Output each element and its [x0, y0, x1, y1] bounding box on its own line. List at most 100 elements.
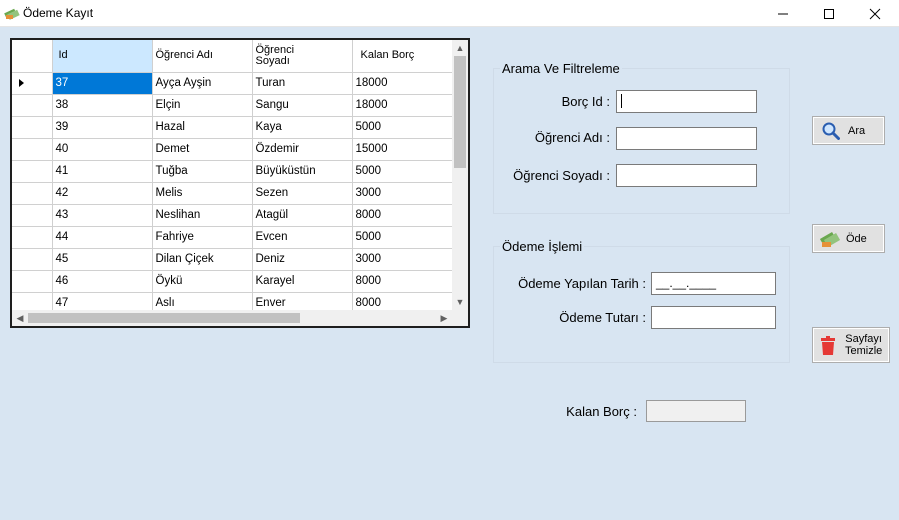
table-row[interactable]: 44 Fahriye Evcen 5000: [12, 226, 453, 249]
ogrenci-soyadi-input[interactable]: [616, 164, 757, 187]
table-row[interactable]: 46 Öykü Karayel 8000: [12, 270, 453, 293]
ara-button[interactable]: Ara: [812, 116, 885, 145]
grid-header-row: Id Öğrenci Adı Öğrenci Soyadı Kalan Borç: [12, 40, 453, 73]
cell-ogrenci-soyadi[interactable]: Sezen: [252, 182, 353, 205]
title-bar: Ödeme Kayıt: [0, 0, 899, 27]
scrollbar-corner: [452, 310, 468, 326]
cell-kalan-borc[interactable]: 18000: [352, 72, 453, 95]
row-header[interactable]: [12, 248, 53, 271]
table-row[interactable]: 43 Neslihan Atagül 8000: [12, 204, 453, 227]
temizle-label-line1: Sayfayı: [845, 333, 882, 345]
cell-id[interactable]: 40: [52, 138, 153, 161]
column-header-ogrenci-soyadi-label: Öğrenci Soyadı: [255, 43, 295, 67]
cell-ogrenci-adi[interactable]: Melis: [152, 182, 253, 205]
scroll-up-icon[interactable]: ▲: [452, 40, 468, 56]
cell-id[interactable]: 38: [52, 94, 153, 117]
row-header[interactable]: [12, 72, 53, 95]
cell-kalan-borc[interactable]: 5000: [352, 116, 453, 139]
row-header[interactable]: [12, 94, 53, 117]
row-header[interactable]: [12, 204, 53, 227]
cell-id[interactable]: 46: [52, 270, 153, 293]
cell-ogrenci-adi[interactable]: Hazal: [152, 116, 253, 139]
maximize-button[interactable]: [806, 0, 852, 27]
temizle-label-line2: Temizle: [845, 345, 883, 357]
cell-ogrenci-soyadi[interactable]: Kaya: [252, 116, 353, 139]
vertical-scrollbar[interactable]: ▲ ▼: [452, 40, 468, 310]
table-row[interactable]: 41 Tuğba Büyüküstün 5000: [12, 160, 453, 183]
row-header[interactable]: [12, 138, 53, 161]
cell-id[interactable]: 41: [52, 160, 153, 183]
row-header[interactable]: [12, 226, 53, 249]
cell-kalan-borc[interactable]: 8000: [352, 204, 453, 227]
sayfayi-temizle-button[interactable]: Sayfayı Temizle: [812, 327, 890, 363]
window-title: Ödeme Kayıt: [23, 6, 94, 20]
cell-kalan-borc[interactable]: 18000: [352, 94, 453, 117]
cell-ogrenci-soyadi[interactable]: Atagül: [252, 204, 353, 227]
odeme-tarih-masked-input[interactable]: __.__.____: [651, 272, 776, 295]
odeme-tutar-input[interactable]: [651, 306, 776, 329]
cell-ogrenci-soyadi[interactable]: Evcen: [252, 226, 353, 249]
cell-ogrenci-soyadi[interactable]: Özdemir: [252, 138, 353, 161]
table-row[interactable]: 40 Demet Özdemir 15000: [12, 138, 453, 161]
ara-button-label: Ara: [848, 125, 866, 137]
cell-kalan-borc[interactable]: 15000: [352, 138, 453, 161]
cell-ogrenci-adi[interactable]: Elçin: [152, 94, 253, 117]
payment-group: [493, 246, 790, 363]
ogrenci-adi-label: Öğrenci Adı :: [534, 130, 610, 145]
scroll-left-icon[interactable]: ◀: [12, 310, 28, 326]
ogrenci-adi-input[interactable]: [616, 127, 757, 150]
row-header[interactable]: [12, 116, 53, 139]
cell-ogrenci-soyadi[interactable]: Karayel: [252, 270, 353, 293]
cell-id[interactable]: 45: [52, 248, 153, 271]
cell-id[interactable]: 42: [52, 182, 153, 205]
cell-ogrenci-adi[interactable]: Fahriye: [152, 226, 253, 249]
column-header-kalan-borc-label: Kalan Borç: [360, 49, 415, 62]
table-row[interactable]: 37 Ayça Ayşin Turan 18000: [12, 72, 453, 95]
odeme-tarih-label: Ödeme Yapılan Tarih :: [518, 276, 646, 291]
column-header-id[interactable]: Id: [52, 40, 153, 73]
row-header[interactable]: [12, 182, 53, 205]
cell-ogrenci-soyadi[interactable]: Deniz: [252, 248, 353, 271]
cell-ogrenci-soyadi[interactable]: Turan: [252, 72, 353, 95]
scroll-down-icon[interactable]: ▼: [452, 294, 468, 310]
row-header-corner[interactable]: [12, 40, 53, 73]
ode-button[interactable]: Öde: [812, 224, 885, 253]
column-header-kalan-borc[interactable]: Kalan Borç: [352, 40, 453, 73]
close-button[interactable]: [852, 0, 898, 27]
horizontal-scroll-thumb[interactable]: [28, 313, 300, 323]
table-row[interactable]: 45 Dilan Çiçek Deniz 3000: [12, 248, 453, 271]
row-header[interactable]: [12, 160, 53, 183]
cell-kalan-borc[interactable]: 5000: [352, 226, 453, 249]
cell-kalan-borc[interactable]: 3000: [352, 182, 453, 205]
cell-ogrenci-adi[interactable]: Ayça Ayşin: [152, 72, 253, 95]
money-icon: [4, 6, 20, 20]
scroll-right-icon[interactable]: ▶: [436, 310, 452, 326]
cell-kalan-borc[interactable]: 3000: [352, 248, 453, 271]
cell-ogrenci-adi[interactable]: Öykü: [152, 270, 253, 293]
cell-ogrenci-adi[interactable]: Tuğba: [152, 160, 253, 183]
cell-kalan-borc[interactable]: 5000: [352, 160, 453, 183]
cell-ogrenci-adi[interactable]: Dilan Çiçek: [152, 248, 253, 271]
table-row[interactable]: 38 Elçin Sangu 18000: [12, 94, 453, 117]
cell-ogrenci-adi[interactable]: Neslihan: [152, 204, 253, 227]
cell-ogrenci-soyadi[interactable]: Sangu: [252, 94, 353, 117]
table-row[interactable]: 39 Hazal Kaya 5000: [12, 116, 453, 139]
borc-id-input[interactable]: [616, 90, 757, 113]
cell-ogrenci-soyadi[interactable]: Büyüküstün: [252, 160, 353, 183]
vertical-scroll-thumb[interactable]: [454, 56, 466, 168]
cell-id[interactable]: 37: [52, 72, 153, 95]
minimize-button[interactable]: [760, 0, 806, 27]
cell-id[interactable]: 43: [52, 204, 153, 227]
money-icon: [819, 229, 841, 252]
cell-kalan-borc[interactable]: 8000: [352, 270, 453, 293]
column-header-ogrenci-adi[interactable]: Öğrenci Adı: [152, 40, 253, 73]
trash-icon: [820, 336, 836, 359]
cell-id[interactable]: 39: [52, 116, 153, 139]
cell-id[interactable]: 44: [52, 226, 153, 249]
table-row[interactable]: 42 Melis Sezen 3000: [12, 182, 453, 205]
row-header[interactable]: [12, 270, 53, 293]
debt-data-grid[interactable]: Id Öğrenci Adı Öğrenci Soyadı Kalan Borç…: [10, 38, 470, 328]
horizontal-scrollbar[interactable]: ◀ ▶: [12, 310, 452, 326]
cell-ogrenci-adi[interactable]: Demet: [152, 138, 253, 161]
column-header-ogrenci-soyadi[interactable]: Öğrenci Soyadı: [252, 40, 353, 73]
